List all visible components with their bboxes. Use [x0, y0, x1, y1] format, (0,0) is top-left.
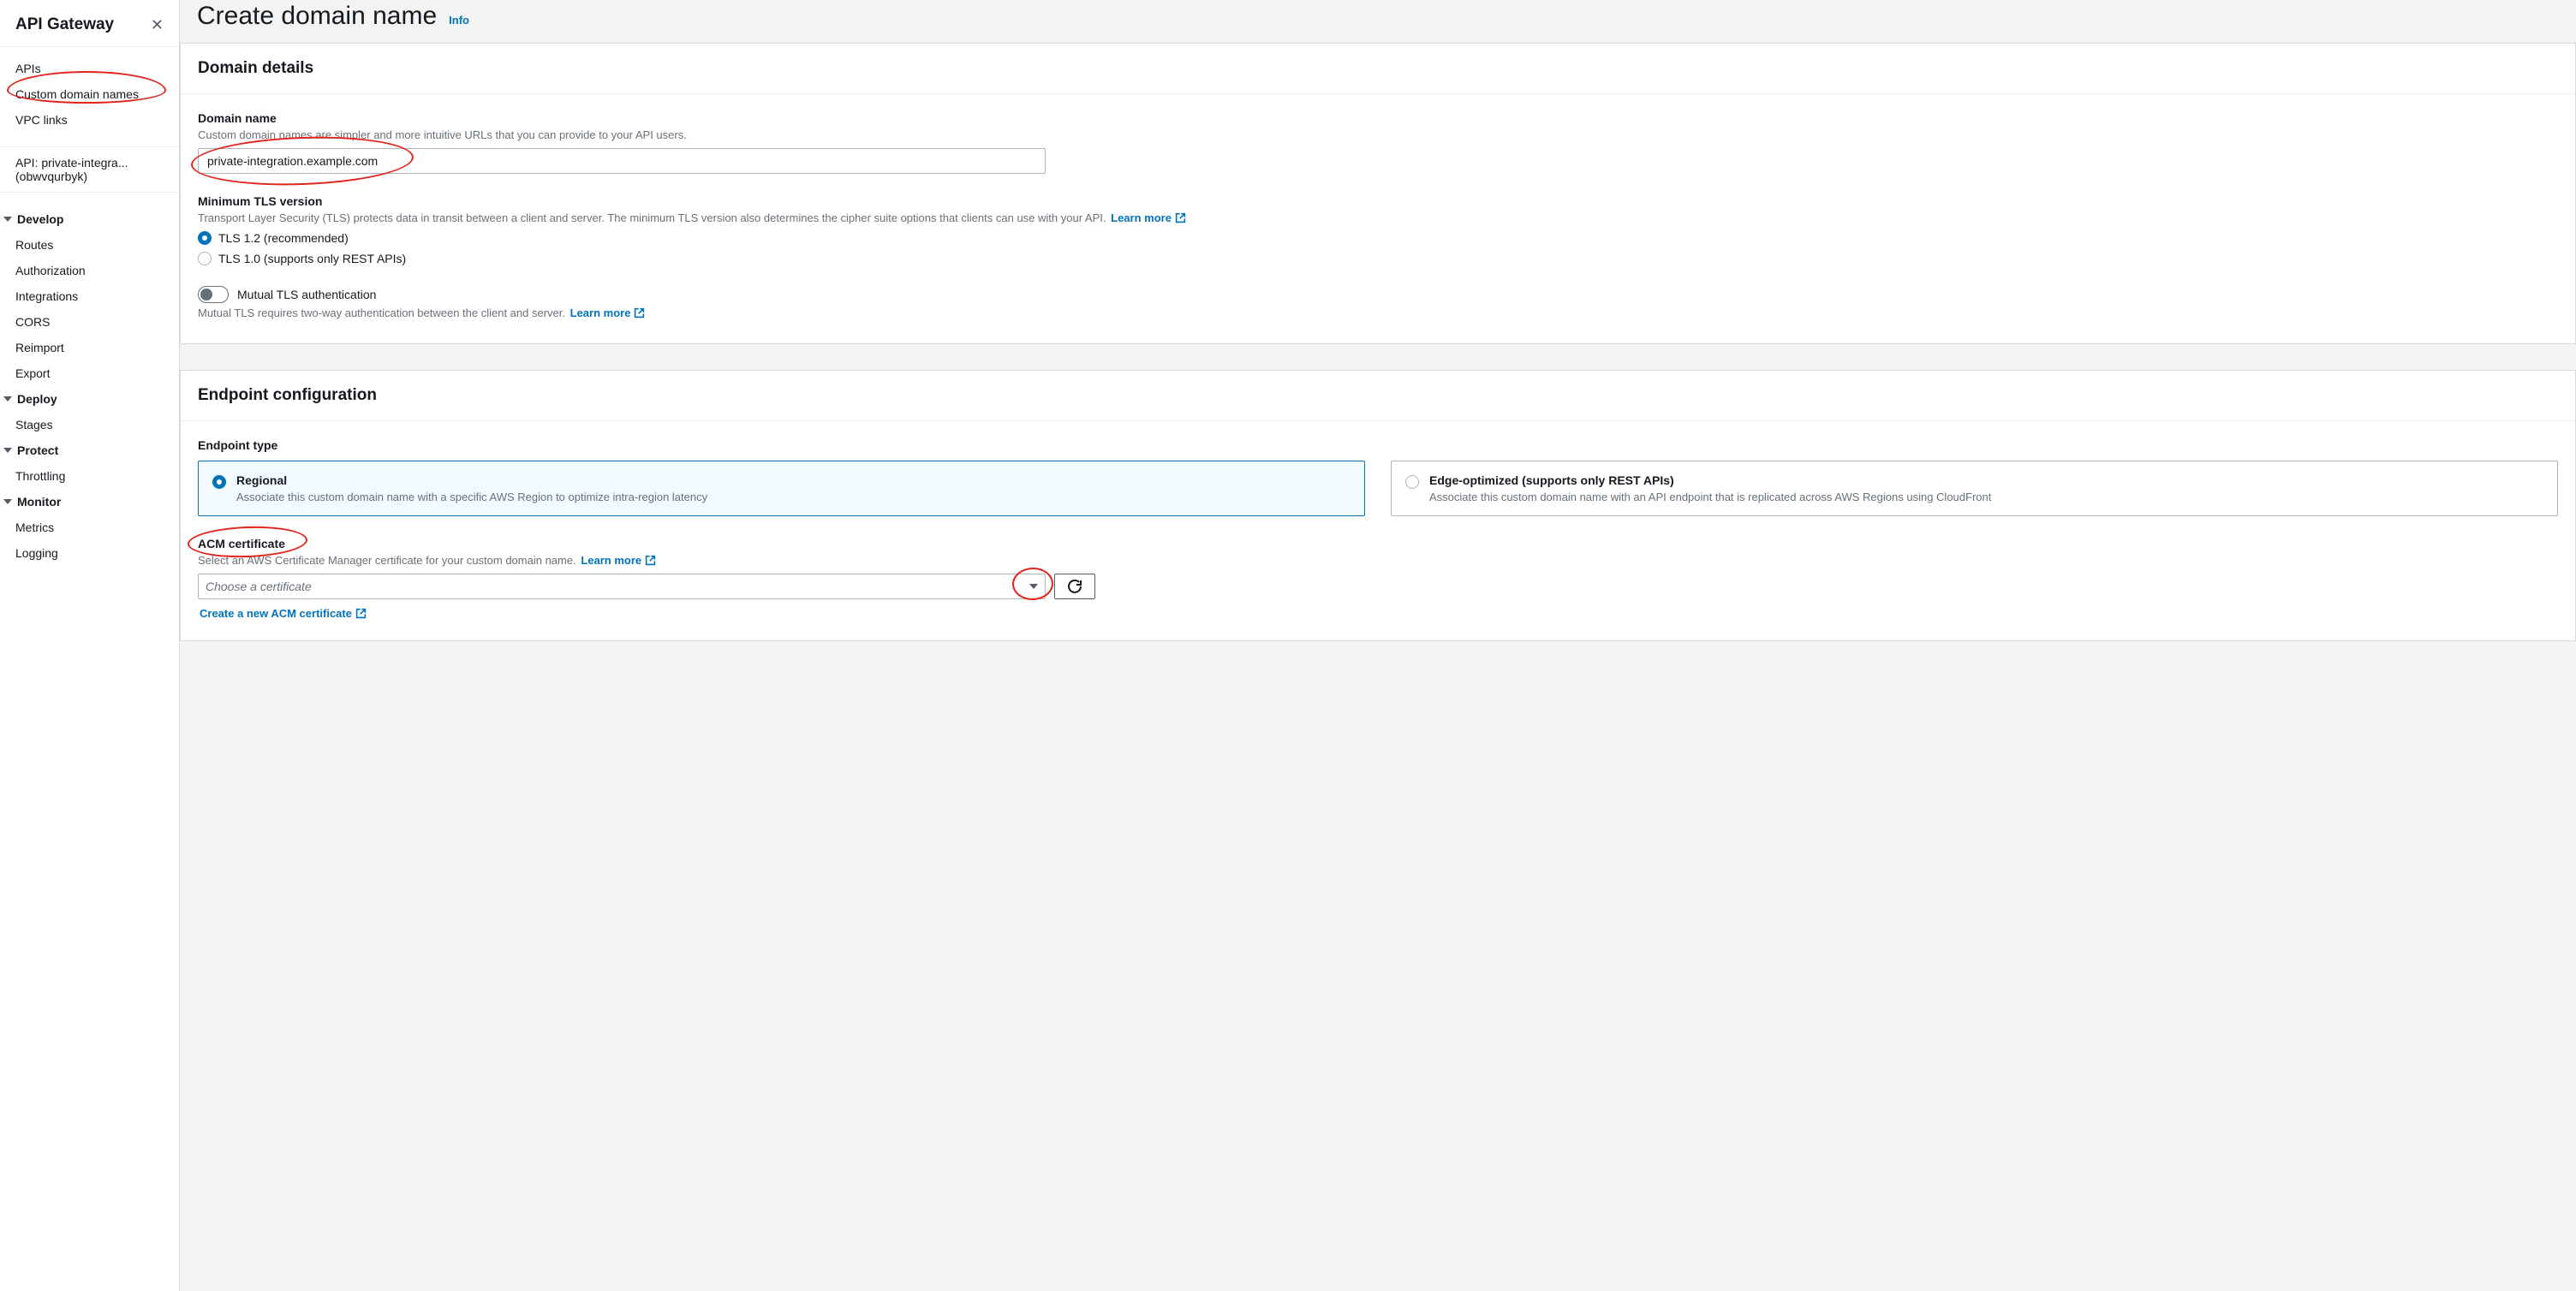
sidebar-item-export[interactable]: Export — [0, 360, 179, 386]
chevron-down-icon — [1029, 584, 1038, 589]
external-link-icon — [1175, 212, 1186, 223]
chevron-down-icon — [3, 396, 12, 402]
radio-tls-10[interactable] — [198, 252, 212, 265]
field-endpoint-type: Endpoint type Regional Associate this cu… — [198, 438, 2558, 516]
radio-label-tls-12: TLS 1.2 (recommended) — [218, 231, 349, 245]
radio-card-regional[interactable]: Regional Associate this custom domain na… — [198, 461, 1365, 516]
radio-tls-12[interactable] — [198, 231, 212, 245]
sidebar-api-id: (obwvqurbyk) — [15, 170, 164, 183]
sidebar-item-authorization[interactable]: Authorization — [0, 258, 179, 283]
radio-card-label-edge: Edge-optimized (supports only REST APIs) — [1429, 473, 1991, 487]
sidebar-item-cors[interactable]: CORS — [0, 309, 179, 335]
acm-certificate-select[interactable]: Choose a certificate — [198, 574, 1046, 599]
sidebar-api-name: API: private-integra... — [15, 156, 164, 170]
field-domain-name: Domain name Custom domain names are simp… — [198, 111, 2558, 174]
toggle-knob — [200, 289, 212, 300]
sidebar-group-develop[interactable]: Develop — [0, 206, 179, 232]
desc-domain-name: Custom domain names are simpler and more… — [198, 128, 2558, 141]
sidebar-item-custom-domain-names[interactable]: Custom domain names — [0, 81, 179, 107]
field-min-tls: Minimum TLS version Transport Layer Secu… — [198, 194, 2558, 265]
radio-card-edge[interactable]: Edge-optimized (supports only REST APIs)… — [1391, 461, 2558, 516]
sidebar-top-section: APIs Custom domain names VPC links — [0, 47, 179, 141]
learn-more-tls-link[interactable]: Learn more — [1111, 211, 1186, 224]
label-endpoint-type: Endpoint type — [198, 438, 2558, 452]
chevron-down-icon — [3, 217, 12, 222]
sidebar-item-stages[interactable]: Stages — [0, 412, 179, 437]
domain-name-input[interactable] — [198, 148, 1046, 174]
learn-more-mtls-link[interactable]: Learn more — [570, 306, 646, 319]
label-acm-certificate: ACM certificate — [198, 537, 2558, 550]
panel-title-domain-details: Domain details — [198, 59, 2558, 78]
select-placeholder: Choose a certificate — [206, 580, 312, 593]
sidebar-item-reimport[interactable]: Reimport — [0, 335, 179, 360]
main-content: Create domain name Info Domain details D… — [180, 0, 2576, 1291]
sidebar-item-integrations[interactable]: Integrations — [0, 283, 179, 309]
sidebar-item-logging[interactable]: Logging — [0, 540, 179, 566]
sidebar-group-monitor[interactable]: Monitor — [0, 489, 179, 515]
radio-card-desc-edge: Associate this custom domain name with a… — [1429, 491, 1991, 503]
desc-acm-certificate: Select an AWS Certificate Manager certif… — [198, 554, 576, 567]
sidebar-item-routes[interactable]: Routes — [0, 232, 179, 258]
radio-endpoint-edge[interactable] — [1405, 475, 1419, 489]
desc-min-tls: Transport Layer Security (TLS) protects … — [198, 211, 1106, 224]
sidebar-current-api[interactable]: API: private-integra... (obwvqurbyk) — [0, 146, 179, 193]
sidebar-item-throttling[interactable]: Throttling — [0, 463, 179, 489]
info-link[interactable]: Info — [449, 14, 469, 27]
sidebar: API Gateway ✕ APIs Custom domain names V… — [0, 0, 180, 1291]
external-link-icon — [355, 608, 367, 619]
panel-title-endpoint-config: Endpoint configuration — [198, 386, 2558, 405]
label-mtls: Mutual TLS authentication — [237, 288, 376, 301]
radio-endpoint-regional[interactable] — [212, 475, 226, 489]
desc-mtls: Mutual TLS requires two-way authenticati… — [198, 306, 565, 319]
sidebar-item-metrics[interactable]: Metrics — [0, 515, 179, 540]
refresh-button[interactable] — [1054, 574, 1095, 599]
radio-card-desc-regional: Associate this custom domain name with a… — [236, 491, 707, 503]
field-acm-certificate: ACM certificate Select an AWS Certificat… — [198, 537, 2558, 620]
field-mtls: Mutual TLS authentication Mutual TLS req… — [198, 286, 2558, 319]
label-domain-name: Domain name — [198, 111, 2558, 125]
toggle-mtls[interactable] — [198, 286, 229, 303]
external-link-icon — [634, 307, 645, 318]
page-title: Create domain name — [197, 2, 437, 31]
sidebar-title: API Gateway — [15, 15, 114, 34]
chevron-down-icon — [3, 448, 12, 453]
panel-endpoint-config: Endpoint configuration Endpoint type Reg… — [180, 370, 2576, 641]
radio-label-tls-10: TLS 1.0 (supports only REST APIs) — [218, 252, 406, 265]
page-header: Create domain name Info — [180, 0, 2576, 43]
sidebar-item-apis[interactable]: APIs — [0, 56, 179, 81]
external-link-icon — [645, 555, 656, 566]
learn-more-acm-link[interactable]: Learn more — [581, 554, 656, 567]
radio-card-label-regional: Regional — [236, 473, 707, 487]
label-min-tls: Minimum TLS version — [198, 194, 2558, 208]
panel-domain-details: Domain details Domain name Custom domain… — [180, 43, 2576, 344]
refresh-icon — [1068, 580, 1082, 593]
sidebar-group-protect[interactable]: Protect — [0, 437, 179, 463]
sidebar-group-deploy[interactable]: Deploy — [0, 386, 179, 412]
chevron-down-icon — [3, 499, 12, 504]
create-acm-certificate-link[interactable]: Create a new ACM certificate — [200, 607, 367, 620]
close-icon[interactable]: ✕ — [151, 16, 164, 34]
sidebar-item-vpc-links[interactable]: VPC links — [0, 107, 179, 133]
